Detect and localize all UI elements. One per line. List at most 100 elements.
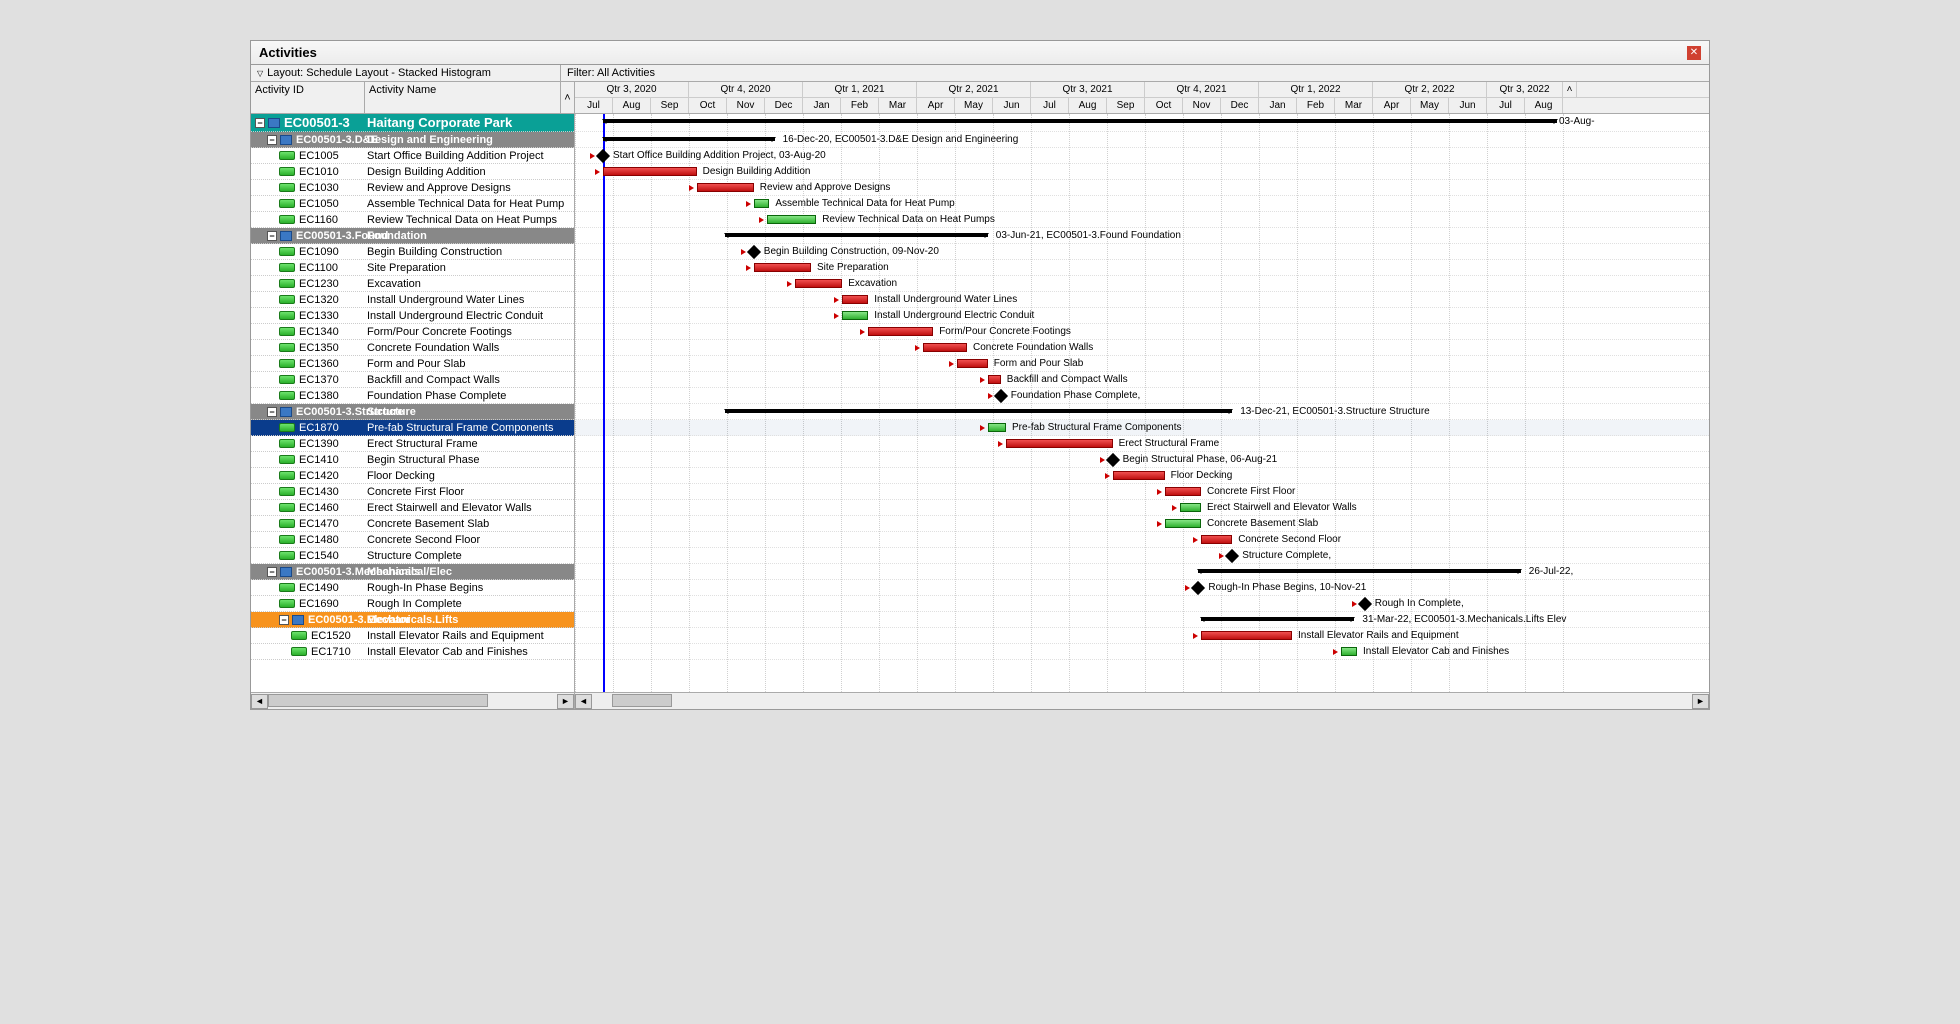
- scroll-right-button[interactable]: ►: [1692, 694, 1709, 709]
- activity-bar[interactable]: [767, 215, 816, 224]
- month-header[interactable]: Aug: [1069, 98, 1107, 113]
- wbs-row[interactable]: −EC00501-3Haitang Corporate Park: [251, 114, 574, 132]
- month-header[interactable]: Nov: [1183, 98, 1221, 113]
- activity-bar[interactable]: [697, 183, 754, 192]
- month-header[interactable]: Apr: [917, 98, 955, 113]
- activity-row[interactable]: EC1410Begin Structural Phase: [251, 452, 574, 468]
- month-header[interactable]: Dec: [765, 98, 803, 113]
- collapse-toggle[interactable]: −: [267, 135, 277, 145]
- activity-row[interactable]: EC1540Structure Complete: [251, 548, 574, 564]
- month-header[interactable]: Jul: [1031, 98, 1069, 113]
- quarter-header[interactable]: Qtr 1, 2022: [1259, 82, 1373, 97]
- month-header[interactable]: Nov: [727, 98, 765, 113]
- activity-bar[interactable]: [603, 167, 697, 176]
- activity-bar[interactable]: [795, 279, 842, 288]
- activity-bar[interactable]: [1341, 647, 1357, 656]
- activity-row[interactable]: EC1380Foundation Phase Complete: [251, 388, 574, 404]
- month-header[interactable]: Jun: [1449, 98, 1487, 113]
- collapse-toggle[interactable]: −: [279, 615, 289, 625]
- month-header[interactable]: Oct: [689, 98, 727, 113]
- activity-bar[interactable]: [1165, 487, 1201, 496]
- timeline-header[interactable]: Qtr 3, 2020Qtr 4, 2020Qtr 1, 2021 Qtr 2, …: [575, 82, 1709, 114]
- month-header[interactable]: Jul: [1487, 98, 1525, 113]
- activity-row[interactable]: EC1350Concrete Foundation Walls: [251, 340, 574, 356]
- layout-selector[interactable]: ▽ Layout: Schedule Layout - Stacked Hist…: [251, 65, 561, 81]
- collapse-toggle[interactable]: −: [267, 231, 277, 241]
- activity-bar[interactable]: [988, 423, 1006, 432]
- activity-row[interactable]: EC1230Excavation: [251, 276, 574, 292]
- gantt-chart[interactable]: 03-Aug-16-Dec-20, EC00501-3.D&E Design a…: [575, 114, 1709, 692]
- quarter-header[interactable]: Qtr 4, 2020: [689, 82, 803, 97]
- scroll-left-button[interactable]: ◄: [575, 694, 592, 709]
- scroll-up-button[interactable]: ˄: [1563, 82, 1577, 97]
- activity-bar[interactable]: [923, 343, 967, 352]
- month-header[interactable]: Dec: [1221, 98, 1259, 113]
- activity-bar[interactable]: [1165, 519, 1201, 528]
- collapse-toggle[interactable]: −: [255, 118, 265, 128]
- activity-bar[interactable]: [1201, 631, 1292, 640]
- activity-bar[interactable]: [842, 311, 868, 320]
- activity-bar[interactable]: [754, 263, 811, 272]
- collapse-toggle[interactable]: −: [267, 567, 277, 577]
- activity-row[interactable]: EC1490Rough-In Phase Begins: [251, 580, 574, 596]
- month-header[interactable]: Feb: [841, 98, 879, 113]
- activity-bar[interactable]: [1113, 471, 1165, 480]
- month-header[interactable]: Jan: [803, 98, 841, 113]
- activity-row[interactable]: EC1340Form/Pour Concrete Footings: [251, 324, 574, 340]
- activity-row[interactable]: EC1320Install Underground Water Lines: [251, 292, 574, 308]
- activity-row[interactable]: EC1470Concrete Basement Slab: [251, 516, 574, 532]
- activity-row[interactable]: EC1010Design Building Addition: [251, 164, 574, 180]
- month-header[interactable]: Sep: [1107, 98, 1145, 113]
- activity-row[interactable]: EC1090Begin Building Construction: [251, 244, 574, 260]
- right-scrollbar[interactable]: ◄ ►: [575, 692, 1709, 709]
- activity-row[interactable]: EC1420Floor Decking: [251, 468, 574, 484]
- quarter-header[interactable]: Qtr 3, 2022: [1487, 82, 1563, 97]
- activity-row[interactable]: EC1520Install Elevator Rails and Equipme…: [251, 628, 574, 644]
- summary-bar[interactable]: [603, 137, 775, 141]
- activity-row[interactable]: EC1480Concrete Second Floor: [251, 532, 574, 548]
- activity-row[interactable]: EC1005Start Office Building Addition Pro…: [251, 148, 574, 164]
- activity-bar[interactable]: [957, 359, 988, 368]
- activity-row[interactable]: EC1390Erect Structural Frame: [251, 436, 574, 452]
- activity-bar[interactable]: [842, 295, 868, 304]
- column-header-activity-name[interactable]: Activity Name: [365, 82, 560, 113]
- filter-selector[interactable]: Filter: All Activities: [561, 65, 1709, 81]
- activity-row[interactable]: EC1430Concrete First Floor: [251, 484, 574, 500]
- quarter-header[interactable]: Qtr 4, 2021: [1145, 82, 1259, 97]
- quarter-header[interactable]: Qtr 3, 2021: [1031, 82, 1145, 97]
- scrollbar-thumb[interactable]: [612, 694, 672, 707]
- activity-bar[interactable]: [988, 375, 1001, 384]
- activity-row[interactable]: EC1870Pre-fab Structural Frame Component…: [251, 420, 574, 436]
- wbs-row[interactable]: −EC00501-3.MechanicalsMechanical/Elec: [251, 564, 574, 580]
- activity-row[interactable]: EC1160Review Technical Data on Heat Pump…: [251, 212, 574, 228]
- summary-bar[interactable]: [1201, 617, 1354, 621]
- quarter-header[interactable]: Qtr 2, 2022: [1373, 82, 1487, 97]
- quarter-header[interactable]: Qtr 3, 2020: [575, 82, 689, 97]
- month-header[interactable]: May: [1411, 98, 1449, 113]
- month-header[interactable]: Sep: [651, 98, 689, 113]
- activity-list[interactable]: −EC00501-3Haitang Corporate Park−EC00501…: [251, 114, 574, 692]
- activity-row[interactable]: EC1460Erect Stairwell and Elevator Walls: [251, 500, 574, 516]
- summary-bar[interactable]: [725, 409, 1232, 413]
- month-header[interactable]: Oct: [1145, 98, 1183, 113]
- wbs-row[interactable]: −EC00501-3.Mechanicals.LiftsElevator: [251, 612, 574, 628]
- activity-row[interactable]: EC1710Install Elevator Cab and Finishes: [251, 644, 574, 660]
- month-header[interactable]: Jul: [575, 98, 613, 113]
- month-header[interactable]: Aug: [1525, 98, 1563, 113]
- activity-row[interactable]: EC1050Assemble Technical Data for Heat P…: [251, 196, 574, 212]
- month-header[interactable]: Aug: [613, 98, 651, 113]
- quarter-header[interactable]: Qtr 1, 2021: [803, 82, 917, 97]
- scrollbar-track[interactable]: [592, 694, 1692, 709]
- month-header[interactable]: Jun: [993, 98, 1031, 113]
- activity-bar[interactable]: [754, 199, 770, 208]
- scrollbar-track[interactable]: [268, 694, 557, 709]
- activity-row[interactable]: EC1690Rough In Complete: [251, 596, 574, 612]
- scroll-up-button[interactable]: ˄: [560, 82, 574, 113]
- scroll-right-button[interactable]: ►: [557, 694, 574, 709]
- month-header[interactable]: Apr: [1373, 98, 1411, 113]
- wbs-row[interactable]: −EC00501-3.D&EDesign and Engineering: [251, 132, 574, 148]
- summary-bar[interactable]: [725, 233, 988, 237]
- month-header[interactable]: Jan: [1259, 98, 1297, 113]
- month-header[interactable]: May: [955, 98, 993, 113]
- activity-bar[interactable]: [1006, 439, 1113, 448]
